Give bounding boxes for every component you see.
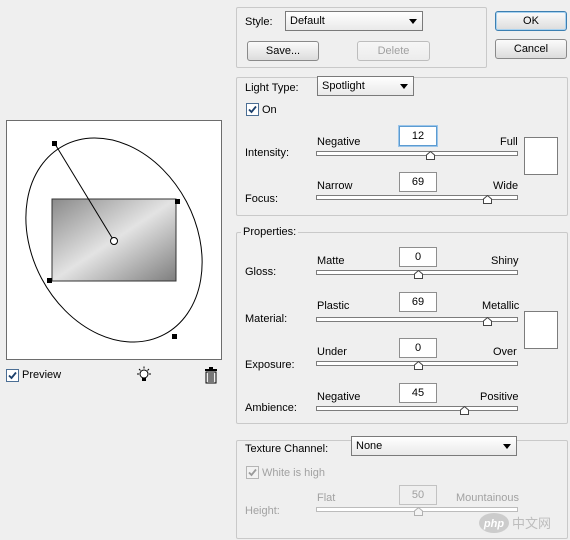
ambience-left-label: Negative xyxy=(317,391,361,403)
intensity-input[interactable]: 12 xyxy=(399,126,437,146)
material-input[interactable]: 69 xyxy=(399,292,437,312)
gloss-input[interactable]: 0 xyxy=(399,247,437,267)
height-right-label: Mountainous xyxy=(456,492,519,504)
checkmark-icon xyxy=(8,371,17,380)
svg-text:php: php xyxy=(483,518,504,530)
light-color-swatch[interactable] xyxy=(524,137,558,175)
light-on-checkbox[interactable] xyxy=(246,103,259,116)
gloss-slider-thumb[interactable] xyxy=(414,270,423,279)
height-left-label: Flat xyxy=(317,492,336,504)
texture-channel-select[interactable]: None xyxy=(351,436,517,456)
ambience-input[interactable]: 45 xyxy=(399,383,437,403)
focus-slider-thumb[interactable] xyxy=(483,195,492,204)
lightbulb-icon[interactable] xyxy=(135,366,153,384)
material-color-swatch[interactable] xyxy=(524,311,558,349)
style-label: Style: xyxy=(245,16,273,28)
ambience-label: Ambience: xyxy=(245,402,297,414)
height-label: Height: xyxy=(245,505,280,517)
light-preview-svg[interactable] xyxy=(7,121,221,359)
watermark: php 中文网 xyxy=(478,510,566,536)
preview-label: Preview xyxy=(22,369,62,381)
preview-canvas[interactable] xyxy=(6,120,222,360)
properties-title: Properties: xyxy=(241,226,299,238)
checkmark-icon xyxy=(248,105,257,114)
light-on-label: On xyxy=(262,104,277,116)
gloss-right-label: Shiny xyxy=(491,255,519,267)
light-handle xyxy=(172,334,177,339)
exposure-label: Exposure: xyxy=(245,359,295,371)
material-left-label: Plastic xyxy=(317,300,350,312)
checkmark-icon xyxy=(248,468,257,477)
trash-icon[interactable] xyxy=(203,367,219,384)
focus-label: Focus: xyxy=(245,193,279,205)
intensity-slider-track[interactable] xyxy=(316,151,518,156)
exposure-right-label: Over xyxy=(493,346,517,358)
white-is-high-checkbox[interactable] xyxy=(246,466,259,479)
material-slider-thumb[interactable] xyxy=(483,317,492,326)
delete-button[interactable]: Delete xyxy=(357,41,430,61)
chevron-down-icon xyxy=(409,19,417,24)
ambience-slider-track[interactable] xyxy=(316,406,518,411)
svg-text:中文网: 中文网 xyxy=(512,517,551,532)
save-button[interactable]: Save... xyxy=(247,41,319,61)
ambience-right-label: Positive xyxy=(480,391,519,403)
focus-input[interactable]: 69 xyxy=(399,172,437,192)
gloss-left-label: Matte xyxy=(317,255,345,267)
chevron-down-icon xyxy=(400,84,408,89)
light-handle xyxy=(52,141,57,146)
ambience-slider-thumb[interactable] xyxy=(460,406,469,415)
light-handle xyxy=(175,199,180,204)
texture-channel-value: None xyxy=(356,440,383,452)
chevron-down-icon xyxy=(503,444,511,449)
light-type-select-value: Spotlight xyxy=(322,80,365,92)
intensity-right-label: Full xyxy=(500,136,518,148)
ok-button[interactable]: OK xyxy=(495,11,567,31)
light-handle xyxy=(47,278,52,283)
height-input[interactable]: 50 xyxy=(399,485,437,505)
exposure-left-label: Under xyxy=(317,346,347,358)
style-select[interactable]: Default xyxy=(285,11,423,31)
light-type-select[interactable]: Spotlight xyxy=(317,76,414,96)
preview-checkbox[interactable] xyxy=(6,369,19,382)
intensity-left-label: Negative xyxy=(317,136,361,148)
style-select-value: Default xyxy=(290,15,325,27)
material-right-label: Metallic xyxy=(482,300,520,312)
php-logo-icon: php 中文网 xyxy=(479,513,551,533)
texture-channel-label: Texture Channel: xyxy=(245,443,329,455)
intensity-slider-thumb[interactable] xyxy=(426,151,435,160)
exposure-slider-thumb[interactable] xyxy=(414,361,423,370)
focus-right-label: Wide xyxy=(493,180,519,192)
white-is-high-label: White is high xyxy=(262,467,325,479)
light-type-label: Light Type: xyxy=(245,82,299,94)
light-center-handle xyxy=(110,237,118,245)
gloss-label: Gloss: xyxy=(245,266,277,278)
cancel-button[interactable]: Cancel xyxy=(495,39,567,59)
material-label: Material: xyxy=(245,313,288,325)
intensity-label: Intensity: xyxy=(245,147,290,159)
height-slider-thumb[interactable] xyxy=(414,507,423,516)
exposure-input[interactable]: 0 xyxy=(399,338,437,358)
focus-left-label: Narrow xyxy=(317,180,353,192)
